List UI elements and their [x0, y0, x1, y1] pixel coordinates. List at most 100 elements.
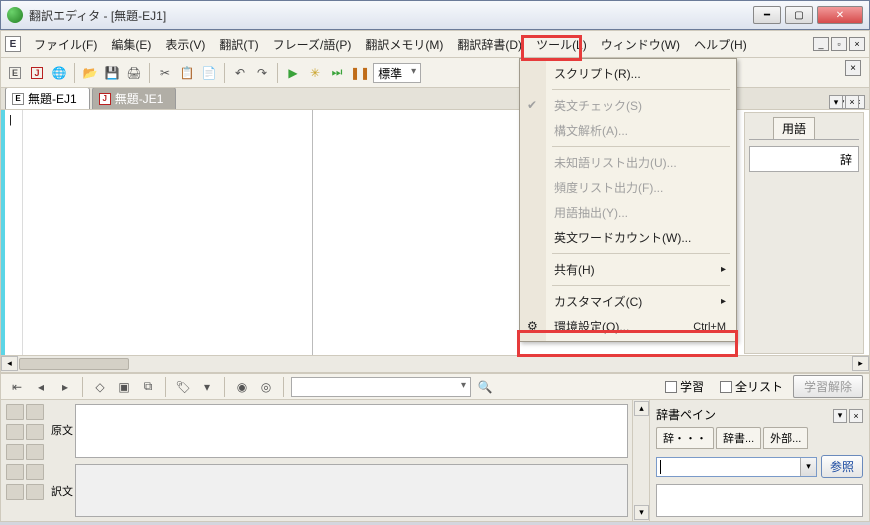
mdi-restore[interactable]: ▫ [831, 37, 847, 51]
menu-dict[interactable]: 翻訳辞書(D) [450, 33, 529, 56]
bl-icon[interactable] [6, 404, 24, 420]
pause-icon[interactable]: ❚❚ [349, 63, 371, 83]
document-tabs: E 無題-EJ1 J 無題-JE1 ▾ × [0, 88, 870, 110]
menu-item-share[interactable]: 共有(H) ▸ [522, 257, 734, 282]
dictionary-pane: 辞書ペイン ▾ × 辞・・・ 辞書... 外部... ▾ 参照 [650, 400, 870, 522]
dict-pane-dd[interactable]: ▾ [833, 409, 847, 423]
bl-icon[interactable] [6, 464, 24, 480]
mark-a-icon[interactable]: ◉ [232, 377, 252, 397]
bottom-text-panes [75, 400, 632, 521]
mode-ej-button[interactable]: E [5, 63, 25, 83]
close-button[interactable]: ✕ [817, 6, 863, 24]
menu-item-customize[interactable]: カスタマイズ(C) ▸ [522, 289, 734, 314]
dict-tab-2[interactable]: 辞書... [716, 427, 761, 449]
translation-mode-value: 標準 [378, 67, 402, 81]
dict-pane-title: 辞書ペイン [656, 404, 716, 427]
print-icon[interactable]: 🖨 [124, 63, 144, 83]
bl-icon[interactable] [26, 444, 44, 460]
menu-help[interactable]: ヘルプ(H) [687, 33, 754, 56]
dict-tab-3[interactable]: 外部... [763, 427, 808, 449]
bottom-source-input[interactable] [75, 404, 628, 458]
bl-icon[interactable] [6, 484, 24, 500]
save-icon[interactable]: 💾 [102, 63, 122, 83]
mdi-minimize[interactable]: _ [813, 37, 829, 51]
cut-icon[interactable]: ✂ [155, 63, 175, 83]
bottom-area: 原文 訳文 ▴ ▾ 辞書ペイン ▾ × 辞・・・ 辞書... 外部... [0, 400, 870, 522]
translation-mode-select[interactable]: 標準 [373, 63, 421, 83]
dict-search-combo[interactable]: ▾ [656, 457, 817, 477]
source-pane[interactable] [23, 110, 313, 355]
menu-item-word-count[interactable]: 英文ワードカウント(W)... [522, 225, 734, 250]
all-list-checkbox[interactable]: 全リスト [720, 378, 783, 395]
menu-item-script[interactable]: スクリプト(R)... [522, 61, 734, 86]
bottom-target-input[interactable] [75, 464, 628, 518]
mdi-close[interactable]: × [849, 37, 865, 51]
bl-icon[interactable] [6, 444, 24, 460]
doc-tab-je1[interactable]: J 無題-JE1 [92, 87, 177, 109]
scroll-right-icon[interactable]: ▸ [852, 356, 869, 371]
nav-prev-icon[interactable]: ◂ [31, 377, 51, 397]
menu-phrase[interactable]: フレーズ/語(P) [266, 33, 359, 56]
menu-edit[interactable]: 編集(E) [104, 33, 158, 56]
scroll-down-icon[interactable]: ▾ [634, 505, 649, 520]
editor-h-scrollbar[interactable]: ◂ ▸ [0, 356, 870, 373]
scroll-thumb[interactable] [19, 358, 129, 370]
minimize-button[interactable]: ━ [753, 6, 781, 24]
globe-icon[interactable]: 🌐 [49, 63, 69, 83]
bl-icon[interactable] [26, 484, 44, 500]
menu-tm[interactable]: 翻訳メモリ(M) [358, 33, 450, 56]
unlearn-button[interactable]: 学習解除 [793, 375, 863, 398]
bl-icon[interactable] [26, 424, 44, 440]
mark-b-icon[interactable]: ◎ [256, 377, 276, 397]
right-panel-close[interactable]: × [845, 95, 859, 109]
dict-tab-1[interactable]: 辞・・・ [656, 427, 714, 449]
doc-ej-icon: E [12, 93, 24, 105]
flag-icon[interactable]: 🏷 [173, 377, 193, 397]
tab-terms[interactable]: 用語 [773, 117, 815, 139]
bl-icon[interactable] [26, 404, 44, 420]
menu-translate[interactable]: 翻訳(T) [212, 33, 265, 56]
lower-select[interactable] [291, 377, 471, 397]
menu-view[interactable]: 表示(V) [158, 33, 212, 56]
dict-pane-close[interactable]: × [849, 409, 863, 423]
tool-c-icon[interactable]: ⧉ [138, 377, 158, 397]
menu-tools[interactable]: ツール(L) [529, 33, 594, 56]
doc-tab-ej1[interactable]: E 無題-EJ1 [5, 87, 90, 109]
flag-dd-icon[interactable]: ▾ [197, 377, 217, 397]
dict-reference-button[interactable]: 参照 [821, 455, 863, 478]
scroll-up-icon[interactable]: ▴ [634, 401, 649, 416]
search-icon[interactable]: 🔍 [475, 377, 495, 397]
tgt-label: 訳文 [49, 461, 75, 522]
sparkle-icon[interactable]: ✳ [305, 63, 325, 83]
toolbar-close[interactable]: × [845, 60, 861, 76]
step-icon[interactable]: ⏭ [327, 63, 347, 83]
paste-icon[interactable]: 📄 [199, 63, 219, 83]
right-panel-tabs: - 用語 [749, 117, 859, 140]
menu-item-label: スクリプト(R)... [554, 65, 641, 82]
right-panel-dd[interactable]: ▾ [829, 95, 843, 109]
bl-icon[interactable] [6, 424, 24, 440]
tool-a-icon[interactable]: ◇ [90, 377, 110, 397]
bottom-v-scrollbar[interactable]: ▴ ▾ [632, 400, 649, 521]
chevron-down-icon[interactable]: ▾ [800, 458, 816, 476]
learn-checkbox[interactable]: 学習 [665, 378, 704, 395]
bottom-left-pane: 原文 訳文 ▴ ▾ [0, 400, 650, 522]
scroll-left-icon[interactable]: ◂ [1, 356, 18, 371]
editor-gutter: | [1, 110, 23, 355]
menu-window[interactable]: ウィンドウ(W) [594, 33, 687, 56]
dict-result-list[interactable] [656, 484, 863, 517]
check-icon: ✔ [527, 98, 543, 114]
bl-icon[interactable] [26, 464, 44, 480]
copy-icon[interactable]: 📋 [177, 63, 197, 83]
tool-b-icon[interactable]: ▣ [114, 377, 134, 397]
open-icon[interactable]: 📂 [80, 63, 100, 83]
redo-icon[interactable]: ↷ [252, 63, 272, 83]
menu-item-preferences[interactable]: ⚙ 環境設定(O)... Ctrl+M [522, 314, 734, 339]
play-icon[interactable]: ▶ [283, 63, 303, 83]
maximize-button[interactable]: ▢ [785, 6, 813, 24]
menu-file[interactable]: ファイル(F) [27, 33, 104, 56]
nav-first-icon[interactable]: ⇤ [7, 377, 27, 397]
mode-je-button[interactable]: J [27, 63, 47, 83]
undo-icon[interactable]: ↶ [230, 63, 250, 83]
nav-next-icon[interactable]: ▸ [55, 377, 75, 397]
